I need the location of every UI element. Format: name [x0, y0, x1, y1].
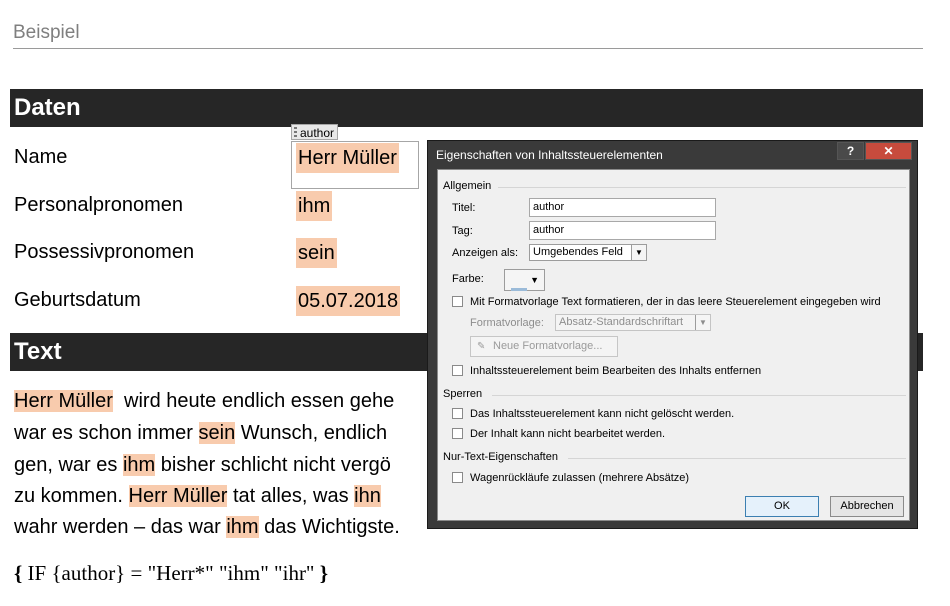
lock-edit-checkbox[interactable] — [452, 428, 463, 439]
title-label: Titel: — [452, 202, 476, 214]
content-control-tag-label: author — [300, 126, 335, 140]
field-value-geburtsdatum[interactable]: 05.07.2018 — [296, 286, 401, 316]
grip-icon[interactable] — [294, 127, 297, 138]
tag-label: Tag: — [452, 225, 473, 237]
close-icon: ✕ — [883, 144, 894, 158]
cancel-button[interactable]: Abbrechen — [830, 496, 904, 517]
dialog-body: Allgemein Titel: author Tag: author Anze… — [437, 169, 910, 521]
field-personal[interactable]: ihn — [354, 485, 381, 507]
lock-delete-checkbox[interactable] — [452, 408, 463, 419]
paragraph-line-1: Herr Müller wird heute endlich essen geh… — [14, 386, 394, 416]
text-run: Wunsch, endlich — [240, 422, 388, 444]
formula-close-brace: } — [319, 561, 329, 585]
style-label: Formatvorlage: — [470, 317, 544, 329]
content-control-properties-dialog: Eigenschaften von Inhaltssteuerelementen… — [427, 140, 918, 529]
group-plain-text-label: Nur-Text-Eigenschaften — [443, 451, 558, 463]
field-label-geburtsdatum: Geburtsdatum — [14, 289, 141, 311]
color-picker-button[interactable]: ▼ — [504, 269, 545, 291]
field-code-formula: { IF {author} = "Herr*" "ihm" "ihr" } — [14, 561, 328, 586]
multi-paragraph-label: Wagenrückläufe zulassen (mehrere Absätze… — [470, 472, 690, 484]
field-label-personalpronomen: Personalpronomen — [14, 194, 183, 216]
paragraph-line-5: wahr werden – das war ihm das Wichtigste… — [14, 512, 400, 542]
section-heading-daten: Daten — [10, 89, 923, 127]
paint-bucket-icon — [511, 274, 527, 291]
text-run: tat alles, was — [232, 485, 349, 507]
style-select[interactable]: Absatz-Standardschriftart ▼ — [555, 314, 711, 331]
show-as-value: Umgebendes Feld — [533, 246, 623, 258]
group-divider — [568, 458, 906, 459]
chevron-down-icon: ▼ — [530, 275, 539, 285]
title-input[interactable]: author — [529, 198, 716, 217]
field-value-personalpronomen[interactable]: ihm — [296, 191, 333, 221]
text-run: das Wichtigste. — [264, 516, 400, 538]
field-personal[interactable]: ihm — [122, 454, 156, 476]
field-label-name: Name — [14, 146, 68, 168]
new-style-button[interactable]: ✎ Neue Formatvorlage... — [470, 336, 618, 357]
show-as-select[interactable]: Umgebendes Feld ▼ — [529, 244, 647, 261]
remove-checkbox-label: Inhaltssteuerelement beim Bearbeiten des… — [470, 365, 762, 377]
ok-button[interactable]: OK — [745, 496, 819, 517]
content-control-tag[interactable]: author — [291, 124, 339, 140]
close-button[interactable]: ✕ — [865, 142, 912, 160]
group-general-label: Allgemein — [443, 180, 492, 192]
text-run: gen, war es — [14, 454, 118, 476]
document-title: Beispiel — [13, 22, 80, 43]
field-personal[interactable]: ihm — [226, 516, 259, 538]
style-checkbox[interactable] — [452, 296, 463, 307]
help-button[interactable]: ? — [837, 142, 864, 160]
show-as-label: Anzeigen als: — [452, 247, 519, 259]
title-rule — [13, 48, 923, 49]
style-checkbox-label: Mit Formatvorlage Text formatieren, der … — [470, 296, 881, 308]
field-value-possessivpronomen[interactable]: sein — [296, 238, 337, 268]
dialog-title: Eigenschaften von Inhaltssteuerelementen — [436, 148, 663, 162]
field-value-name[interactable]: Herr Müller — [296, 143, 399, 173]
text-run: wird heute endlich essen gehe — [124, 390, 395, 412]
paragraph-line-4: zu kommen. Herr Müller tat alles, was ih… — [14, 481, 381, 511]
group-lock-label: Sperren — [443, 388, 483, 400]
field-name[interactable]: Herr Müller — [14, 390, 113, 412]
field-possessive[interactable]: sein — [198, 422, 236, 444]
paragraph-line-2: war es schon immer sein Wunsch, endlich — [14, 418, 387, 448]
multi-paragraph-checkbox[interactable] — [452, 472, 463, 483]
text-run: bisher schlicht nicht vergö — [160, 454, 391, 476]
text-run: zu kommen. — [14, 485, 123, 507]
text-run: wahr werden – das war — [14, 516, 221, 538]
text-run: war es schon immer — [14, 422, 193, 444]
new-style-label: Neue Formatvorlage... — [493, 340, 603, 352]
field-name[interactable]: Herr Müller — [128, 485, 228, 507]
field-label-possessivpronomen: Possessivpronomen — [14, 241, 195, 263]
chevron-down-icon: ▼ — [631, 245, 646, 260]
lock-delete-label: Das Inhaltssteuerelement kann nicht gelö… — [470, 408, 735, 420]
chevron-down-icon: ▼ — [695, 315, 710, 330]
style-value: Absatz-Standardschriftart — [559, 316, 684, 328]
tag-input[interactable]: author — [529, 221, 716, 240]
paragraph-line-3: gen, war es ihm bisher schlicht nicht ve… — [14, 450, 391, 480]
new-style-icon: ✎ — [477, 341, 486, 352]
group-divider — [492, 395, 906, 396]
remove-checkbox[interactable] — [452, 365, 463, 376]
lock-edit-label: Der Inhalt kann nicht bearbeitet werden. — [470, 428, 666, 440]
formula-body: IF {author} = "Herr*" "ihm" "ihr" — [27, 561, 315, 585]
color-label: Farbe: — [452, 273, 484, 285]
group-divider — [498, 187, 906, 188]
formula-open-brace: { — [14, 561, 23, 585]
